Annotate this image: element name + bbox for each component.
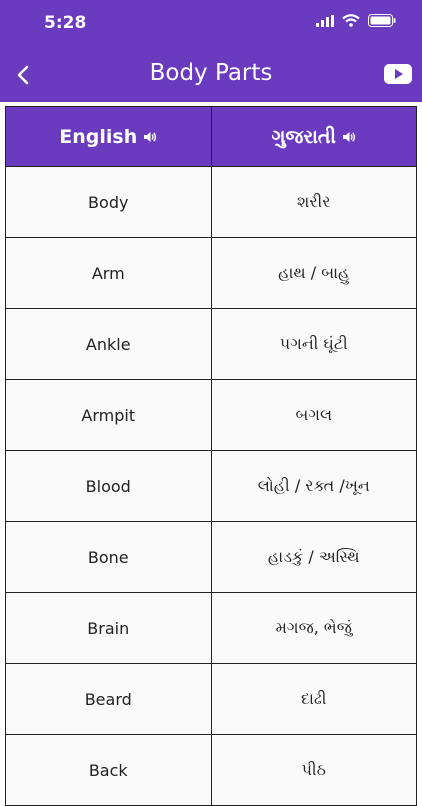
youtube-icon (384, 64, 412, 84)
header-gujarati[interactable]: ગુજરાતી (210, 106, 417, 167)
table-row[interactable]: Back પીઠ (5, 734, 417, 806)
gujarati-word: શરીર (210, 166, 417, 238)
page-title: Body Parts (149, 60, 273, 86)
english-word: Blood (5, 450, 212, 522)
english-word: Arm (5, 237, 212, 309)
english-word: Beard (5, 663, 212, 735)
table-row[interactable]: Armpit બગલ (5, 379, 417, 451)
table-header-row: English ગુજરાતી (5, 106, 417, 167)
status-time: 5:28 (44, 13, 87, 33)
table-row[interactable]: Blood લોહી / રક્ત /ખૂન (5, 450, 417, 522)
gujarati-word: પીઠ (210, 734, 417, 806)
gujarati-word: દાઢી (210, 663, 417, 735)
english-word: Body (5, 166, 212, 238)
cellular-signal-icon (316, 14, 334, 27)
table-row[interactable]: Brain મગજ, ભેજું (5, 592, 417, 664)
gujarati-word: હાથ / બાહુ (210, 237, 417, 309)
speaker-icon (342, 131, 356, 142)
header-english-label: English (59, 125, 138, 148)
english-word: Armpit (5, 379, 212, 451)
table-row[interactable]: Arm હાથ / બાહુ (5, 237, 417, 309)
app-header: 5:28 Body Parts (0, 0, 422, 102)
english-word: Brain (5, 592, 212, 664)
gujarati-word: પગની ઘૂંટી (210, 308, 417, 380)
youtube-button[interactable] (384, 64, 412, 84)
gujarati-word: લોહી / રક્ત /ખૂન (210, 450, 417, 522)
table-row[interactable]: Body શરીર (5, 166, 417, 238)
table-row[interactable]: Ankle પગની ઘૂંટી (5, 308, 417, 380)
english-word: Back (5, 734, 212, 806)
header-gujarati-label: ગુજરાતી (271, 125, 336, 148)
wifi-icon (342, 14, 360, 27)
table-row[interactable]: Beard દાઢી (5, 663, 417, 735)
header-english[interactable]: English (5, 106, 212, 167)
english-word: Bone (5, 521, 212, 593)
vocabulary-table: English ગુજરાતી Body શરીર Arm હાથ / બાહુ… (5, 106, 417, 806)
table-row[interactable]: Bone હાડકું / અસ્થિ (5, 521, 417, 593)
speaker-icon (144, 131, 157, 142)
gujarati-word: બગલ (210, 379, 417, 451)
gujarati-word: હાડકું / અસ્થિ (210, 521, 417, 593)
status-icons (316, 14, 396, 27)
english-word: Ankle (5, 308, 212, 380)
battery-icon (368, 14, 396, 27)
gujarati-word: મગજ, ભેજું (210, 592, 417, 664)
